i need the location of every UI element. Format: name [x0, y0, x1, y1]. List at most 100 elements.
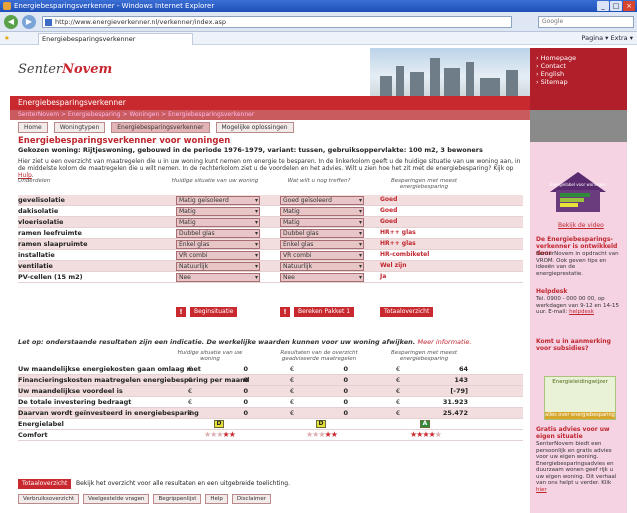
footer-verbruiksoverzicht[interactable]: Verbruiksoverzicht	[18, 494, 80, 504]
result-row: De totale investering bedraagt €0 €0 €31.92…	[18, 397, 523, 408]
advice-value: HR-combiketel	[380, 251, 430, 258]
row-label: ramen leefruimte	[18, 229, 82, 237]
result-row: Financieringskosten maatregelen energieb…	[18, 375, 523, 386]
col-advies: Besparingen met meest energiebesparing	[390, 178, 458, 190]
skyline-image	[370, 48, 530, 96]
advice-value: Goed	[380, 207, 398, 214]
page-icon	[45, 19, 52, 26]
col-nieuw: Wat wilt u nog treffen?	[287, 178, 351, 184]
action-buttons: ! Beginsituatie ! Bereken Pakket 1 Totaa…	[18, 305, 523, 319]
measures-table: gevelisolatie Matig geïsoleerd Goed geïsol…	[18, 195, 523, 317]
favorites-star-icon[interactable]: ★	[4, 32, 10, 45]
disclaimer-note: Let op: onderstaande resultaten zijn een…	[18, 338, 472, 346]
result-row: Uw maandelijkse voordeel is €0 €0 € [-79]	[18, 386, 523, 397]
new-select[interactable]: VR combi	[280, 251, 364, 260]
comfort-row: Comfort ★★★★★ ★★★★★ ★★★★★	[18, 430, 523, 441]
intro-text: Hier ziet u een overzicht van maatregele…	[18, 158, 521, 179]
tab-home[interactable]: Home	[18, 122, 48, 133]
new-select[interactable]: Natuurlijk	[280, 262, 364, 271]
new-select[interactable]: Matig	[280, 218, 364, 227]
search-input[interactable]: Google	[538, 16, 634, 28]
energy-label-current: D	[214, 420, 224, 428]
bereken-pakket-button[interactable]: Bereken Pakket 1	[294, 307, 355, 317]
table-row: vloerisolatie Matig Matig Goed	[18, 217, 523, 228]
current-select[interactable]: Matig	[176, 218, 260, 227]
warning-icon: !	[280, 307, 290, 317]
table-row: ramen leefruimte Dubbel glas Dubbel glas HR…	[18, 228, 523, 239]
advice-value: HR++ glas	[380, 229, 416, 236]
beginsituatie-button[interactable]: Beginsituatie	[190, 307, 238, 317]
new-select[interactable]: Nee	[280, 273, 364, 282]
footer-nav: Verbruiksoverzicht Veelgestelde vragen B…	[18, 494, 272, 504]
col-onderdelen: Onderdelen	[18, 178, 51, 184]
section-bar: Energiebesparingsverkenner	[10, 96, 530, 110]
comfort-stars-result: ★★★★★	[306, 430, 338, 439]
bottom-totaaloverzicht-button[interactable]: Totaaloverzicht	[18, 479, 72, 489]
new-select[interactable]: Matig	[280, 207, 364, 216]
bottom-actions: Totaaloverzicht Bekijk het overzicht voo…	[18, 478, 523, 490]
advice-value: HR++ glas	[380, 240, 416, 247]
minimize-button[interactable]: _	[597, 1, 609, 11]
tab-oplossingen[interactable]: Mogelijke oplossingen	[215, 122, 294, 133]
result-row: Uw maandelijkse energiekosten gaan omlaa…	[18, 364, 523, 375]
address-bar-row: ◀ ▶ http://www.energieverkenner.nl/verke…	[0, 12, 637, 32]
row-label: dakisolatie	[18, 207, 59, 215]
bekijk-video-link[interactable]: Bekijk de video	[558, 222, 604, 229]
row-label: installatie	[18, 251, 55, 259]
current-select[interactable]: Enkel glas	[176, 240, 260, 249]
energielabel-house-image[interactable]: Energielabel voor woningen	[548, 170, 608, 215]
sidebar-text-helpdesk: Tel. 0900 - 000 00 00, op werkdagen van …	[536, 296, 619, 315]
browser-tab[interactable]: Energiebesparingsverkenner	[38, 33, 193, 45]
current-select[interactable]: Matig	[176, 207, 260, 216]
breadcrumb[interactable]: SenterNovem > Energiebesparing > Woninge…	[10, 110, 530, 120]
forward-button[interactable]: ▶	[22, 15, 36, 29]
current-select[interactable]: Matig geïsoleerd	[176, 196, 260, 205]
warning-icon: !	[176, 307, 186, 317]
results-table: Uw maandelijkse energiekosten gaan omlaa…	[18, 364, 523, 441]
close-button[interactable]: ×	[623, 1, 635, 11]
row-label: vloerisolatie	[18, 218, 64, 226]
new-select[interactable]: Goed geïsoleerd	[280, 196, 364, 205]
hier-link[interactable]: hier	[536, 487, 547, 493]
helpdesk-link[interactable]: helpdesk	[569, 309, 594, 315]
footer-disclaimer[interactable]: Disclaimer	[231, 494, 272, 504]
current-select[interactable]: Dubbel glas	[176, 229, 260, 238]
totaaloverzicht-button[interactable]: Totaaloverzicht	[380, 307, 434, 317]
advice-value: Goed	[380, 218, 398, 225]
site-menu-sitemap[interactable]: Sitemap	[536, 78, 621, 86]
new-select[interactable]: Enkel glas	[280, 240, 364, 249]
table-row: ramen slaapruimte Enkel glas Enkel glas HR+…	[18, 239, 523, 250]
site-menu-english[interactable]: English	[536, 70, 621, 78]
result-row: Daarvan wordt geïnvesteerd in energiebes…	[18, 408, 523, 419]
meer-informatie-link[interactable]: Meer informatie.	[418, 338, 472, 346]
ie-icon	[3, 2, 11, 10]
row-label: PV-cellen (15 m2)	[18, 273, 83, 281]
advice-value: Goed	[380, 196, 398, 203]
address-input[interactable]: http://www.energieverkenner.nl/verkenner…	[42, 16, 512, 28]
page-tools-menu[interactable]: Pagina ▾ Extra ▾	[581, 32, 633, 45]
site-menu-homepage[interactable]: Homepage	[536, 54, 621, 62]
energieleidingwijzer-image[interactable]: Energieleidingwijzer alles over energieb…	[544, 376, 616, 420]
maximize-button[interactable]: □	[610, 1, 622, 11]
footer-begrippenlijst[interactable]: Begrippenlijst	[153, 494, 202, 504]
rescol-huidig: Huidige situatie van uw woning	[177, 350, 243, 362]
row-label: ventilatie	[18, 262, 53, 270]
current-select[interactable]: VR combi	[176, 251, 260, 260]
advice-value: Wel zijn	[380, 262, 407, 269]
tab-verkenner[interactable]: Energiebesparingsverkenner	[111, 122, 210, 133]
footer-veelgestelde-vragen[interactable]: Veelgestelde vragen	[83, 494, 150, 504]
footer-help[interactable]: Help	[205, 494, 228, 504]
current-select[interactable]: Nee	[176, 273, 260, 282]
comfort-stars-advice: ★★★★★	[410, 430, 442, 439]
table-row: dakisolatie Matig Matig Goed	[18, 206, 523, 217]
sidebar-banner	[530, 110, 627, 142]
advice-value: Ja	[380, 273, 387, 280]
tab-woningtypen[interactable]: Woningtypen	[53, 122, 106, 133]
senternovem-logo[interactable]: SenterNovem	[18, 62, 112, 77]
energielabel-row: Energielabel D D A	[18, 419, 523, 430]
new-select[interactable]: Dubbel glas	[280, 229, 364, 238]
current-select[interactable]: Natuurlijk	[176, 262, 260, 271]
sidebar-heading-subsidies[interactable]: Komt u in aanmerking voor subsidies?	[536, 338, 622, 352]
site-menu-contact[interactable]: Contact	[536, 62, 621, 70]
back-button[interactable]: ◀	[4, 15, 18, 29]
